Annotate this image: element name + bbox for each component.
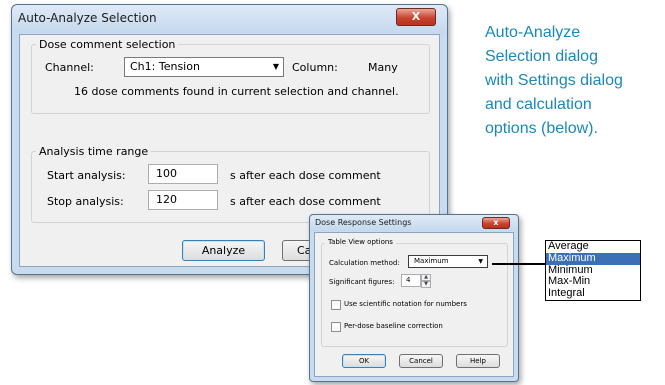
table-view-group-title: Table View options <box>325 238 396 246</box>
time-range-group <box>31 151 430 223</box>
column-value: Many <box>368 61 398 74</box>
caption-line: Auto-Analyze <box>485 24 581 41</box>
close-button[interactable]: X <box>396 8 436 26</box>
sci-notation-checkbox[interactable] <box>331 300 341 310</box>
calc-method-select[interactable]: Maximum ▼ <box>408 255 488 268</box>
time-group-title: Analysis time range <box>36 145 152 158</box>
stop-label: Stop analysis: <box>47 195 124 208</box>
analyze-button[interactable]: Analyze <box>182 240 265 261</box>
column-label: Column: <box>292 61 338 74</box>
settings-cancel-button[interactable]: Cancel <box>399 354 443 368</box>
title-bar[interactable]: Auto-Analyze Selection X <box>12 5 447 33</box>
sig-figures-value: 4 <box>406 276 411 284</box>
sig-figures-down-arrow[interactable]: ▼ <box>421 281 431 288</box>
close-icon: X <box>411 10 421 23</box>
channel-select[interactable]: Ch1: Tension ▼ <box>124 57 284 77</box>
sig-figures-input[interactable]: 4 <box>401 274 421 287</box>
close-icon: x <box>493 218 499 227</box>
dose-comment-group <box>31 44 430 114</box>
chevron-down-icon: ▼ <box>478 258 483 265</box>
connector-line <box>492 263 545 265</box>
caption-line: Selection dialog <box>485 48 598 65</box>
sig-figures-up-arrow[interactable]: ▲ <box>421 274 431 281</box>
stop-input[interactable]: 120 <box>148 190 218 210</box>
channel-value: Ch1: Tension <box>130 60 200 73</box>
settings-title-bar[interactable]: Dose Response Settings x <box>310 215 518 231</box>
option-maximum[interactable]: Maximum <box>546 252 640 265</box>
dialog-title: Auto-Analyze Selection <box>18 11 157 25</box>
channel-label: Channel: <box>45 61 94 74</box>
caption-line: with Settings dialog <box>485 72 623 89</box>
sci-notation-label: Use scientific notation for numbers <box>344 300 467 308</box>
ok-button[interactable]: OK <box>342 354 386 368</box>
start-suffix: s after each dose comment <box>230 169 381 182</box>
calc-method-label: Calculation method: <box>329 259 400 267</box>
baseline-label: Per-dose baseline correction <box>344 322 443 330</box>
stop-suffix: s after each dose comment <box>230 195 381 208</box>
dose-response-settings-dialog: Dose Response Settings x Table View opti… <box>309 214 519 382</box>
caption-line: and calculation <box>485 96 592 113</box>
settings-body: Table View options Calculation method: M… <box>314 232 514 377</box>
caption-text: Auto-Analyze Selection dialog with Setti… <box>485 21 655 141</box>
caption-line: options (below). <box>485 120 598 137</box>
sig-figures-label: Significant figures: <box>329 278 395 286</box>
settings-close-button[interactable]: x <box>482 217 510 229</box>
start-label: Start analysis: <box>47 169 126 182</box>
calculation-options-list: Average Maximum Minimum Max-Min Integral <box>545 240 641 301</box>
baseline-checkbox[interactable] <box>331 322 341 332</box>
help-button[interactable]: Help <box>456 354 500 368</box>
dose-count-text: 16 dose comments found in current select… <box>74 85 399 98</box>
start-value: 100 <box>156 167 177 180</box>
calc-method-value: Maximum <box>414 257 449 265</box>
option-integral[interactable]: Integral <box>546 287 640 300</box>
stop-value: 120 <box>156 193 177 206</box>
chevron-down-icon: ▼ <box>272 62 279 71</box>
dose-group-title: Dose comment selection <box>36 38 179 51</box>
settings-title: Dose Response Settings <box>315 218 412 227</box>
start-input[interactable]: 100 <box>148 164 218 184</box>
